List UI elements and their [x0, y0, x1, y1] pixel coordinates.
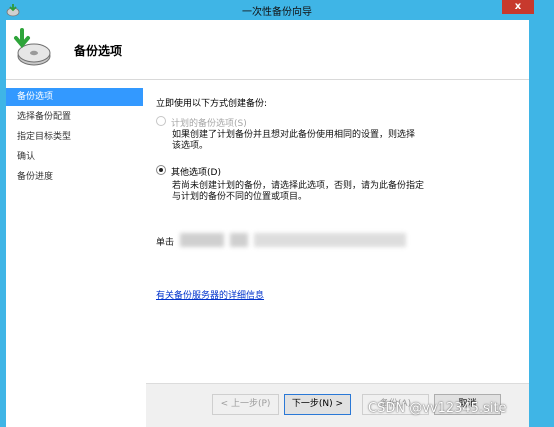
other-description-line2: 与计划的备份不同的位置或项目。	[172, 192, 308, 202]
next-button[interactable]: 下一步(N) >	[284, 394, 351, 415]
redacted-prefix: 单击	[156, 238, 175, 248]
options-panel: 立即使用以下方式创建备份: 计划的备份选项(S) 如果创建了计划备份并且想对此备…	[146, 88, 529, 383]
radio-other-label[interactable]: 其他选项(D)	[171, 165, 221, 178]
nav-item-destination-type[interactable]: 指定目标类型	[6, 128, 143, 146]
radio-scheduled-label[interactable]: 计划的备份选项(S)	[171, 116, 247, 129]
backup-drive-icon	[14, 28, 51, 66]
wizard-client-area: 备份选项 备份选项 选择备份配置 指定目标类型 确认 备份进度 立即使用以下方式…	[6, 20, 529, 427]
scheduled-description-line1: 如果创建了计划备份并且想对此备份使用相同的设置，则选择	[172, 130, 416, 140]
radio-other-options[interactable]	[156, 165, 166, 175]
back-button[interactable]: < 上一步(P)	[212, 394, 279, 415]
wizard-steps-nav: 备份选项 选择备份配置 指定目标类型 确认 备份进度	[6, 88, 143, 427]
scheduled-description-line2: 该选项。	[172, 141, 209, 151]
other-description-line1: 若尚未创建计划的备份，请选择此选项，否则，请为此备份指定	[172, 181, 425, 191]
wizard-window: 一次性备份向导 x 备份选项 备份选项 选择备份配置 指定目标类型 确认 备份进…	[0, 0, 554, 427]
nav-item-backup-options[interactable]: 备份选项	[6, 88, 143, 106]
redaction-block	[254, 233, 406, 247]
wizard-header: 备份选项	[6, 20, 529, 80]
window-title: 一次性备份向导	[242, 7, 312, 18]
close-button[interactable]: x	[502, 0, 534, 14]
intro-text: 立即使用以下方式创建备份:	[156, 99, 268, 109]
redaction-block	[230, 233, 248, 247]
page-title: 备份选项	[74, 44, 123, 58]
nav-item-progress[interactable]: 备份进度	[6, 168, 143, 186]
nav-item-confirm[interactable]: 确认	[6, 148, 143, 166]
radio-scheduled-backup[interactable]	[156, 116, 166, 126]
redaction-block	[180, 233, 224, 247]
csdn-watermark: CSDN @vv12345.site	[368, 401, 507, 416]
nav-item-select-config[interactable]: 选择备份配置	[6, 108, 143, 126]
title-bar[interactable]: 一次性备份向导 x	[0, 0, 554, 20]
redacted-text-line: 单击	[156, 229, 406, 251]
backup-server-info-link[interactable]: 有关备份服务器的详细信息	[156, 288, 264, 301]
